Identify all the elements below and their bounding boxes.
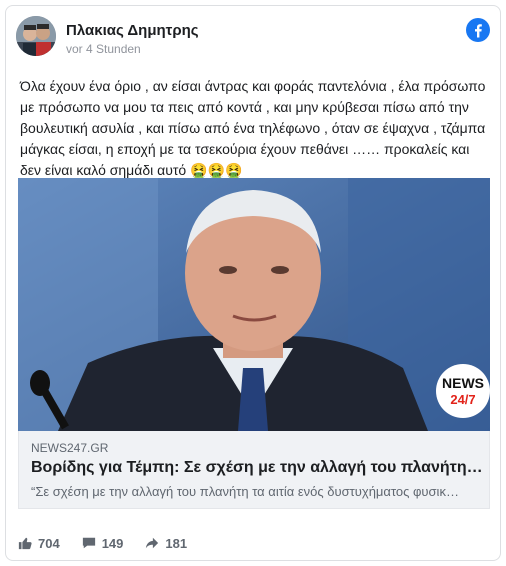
link-image[interactable]: NEWS 24/7	[18, 178, 490, 431]
news-logo-line2: 24/7	[450, 392, 475, 407]
post-timestamp[interactable]: vor 4 Stunden	[66, 42, 141, 56]
emoji-group: 🤮🤮🤮	[190, 162, 243, 178]
like-icon	[18, 537, 32, 550]
post-header: Πλακιας Δημητρης vor 4 Stunden	[16, 16, 492, 60]
share-icon	[146, 537, 159, 549]
post-body: Όλα έχουν ένα όριο , αν είσαι άντρας και…	[20, 78, 486, 178]
comments-count: 149	[101, 535, 124, 551]
link-preview[interactable]: NEWS247.GR Βορίδης για Τέμπη: Σε σχέση μ…	[18, 431, 490, 509]
avatar[interactable]	[16, 16, 56, 56]
engagement-stats: 704 149 181	[18, 534, 209, 552]
author-name[interactable]: Πλακιας Δημητρης	[66, 22, 199, 39]
post-card: Πλακιας Δημητρης vor 4 Stunden Όλα έχουν…	[5, 5, 501, 561]
link-description: “Σε σχέση με την αλλαγή του πλανήτη τα α…	[31, 484, 459, 499]
link-headline[interactable]: Βορίδης για Τέμπη: Σε σχέση με την αλλαγ…	[31, 459, 483, 477]
comment-icon	[82, 537, 95, 549]
shares-stat[interactable]: 181	[145, 536, 187, 551]
likes-stat[interactable]: 704	[18, 536, 60, 551]
comments-stat[interactable]: 149	[82, 535, 124, 551]
facebook-icon[interactable]	[466, 18, 490, 42]
news-logo-line1: NEWS	[442, 375, 484, 391]
post-text: Όλα έχουν ένα όριο , αν είσαι άντρας και…	[20, 76, 490, 181]
shares-count: 181	[165, 535, 188, 551]
likes-count: 704	[38, 535, 60, 551]
link-domain: NEWS247.GR	[31, 441, 109, 455]
